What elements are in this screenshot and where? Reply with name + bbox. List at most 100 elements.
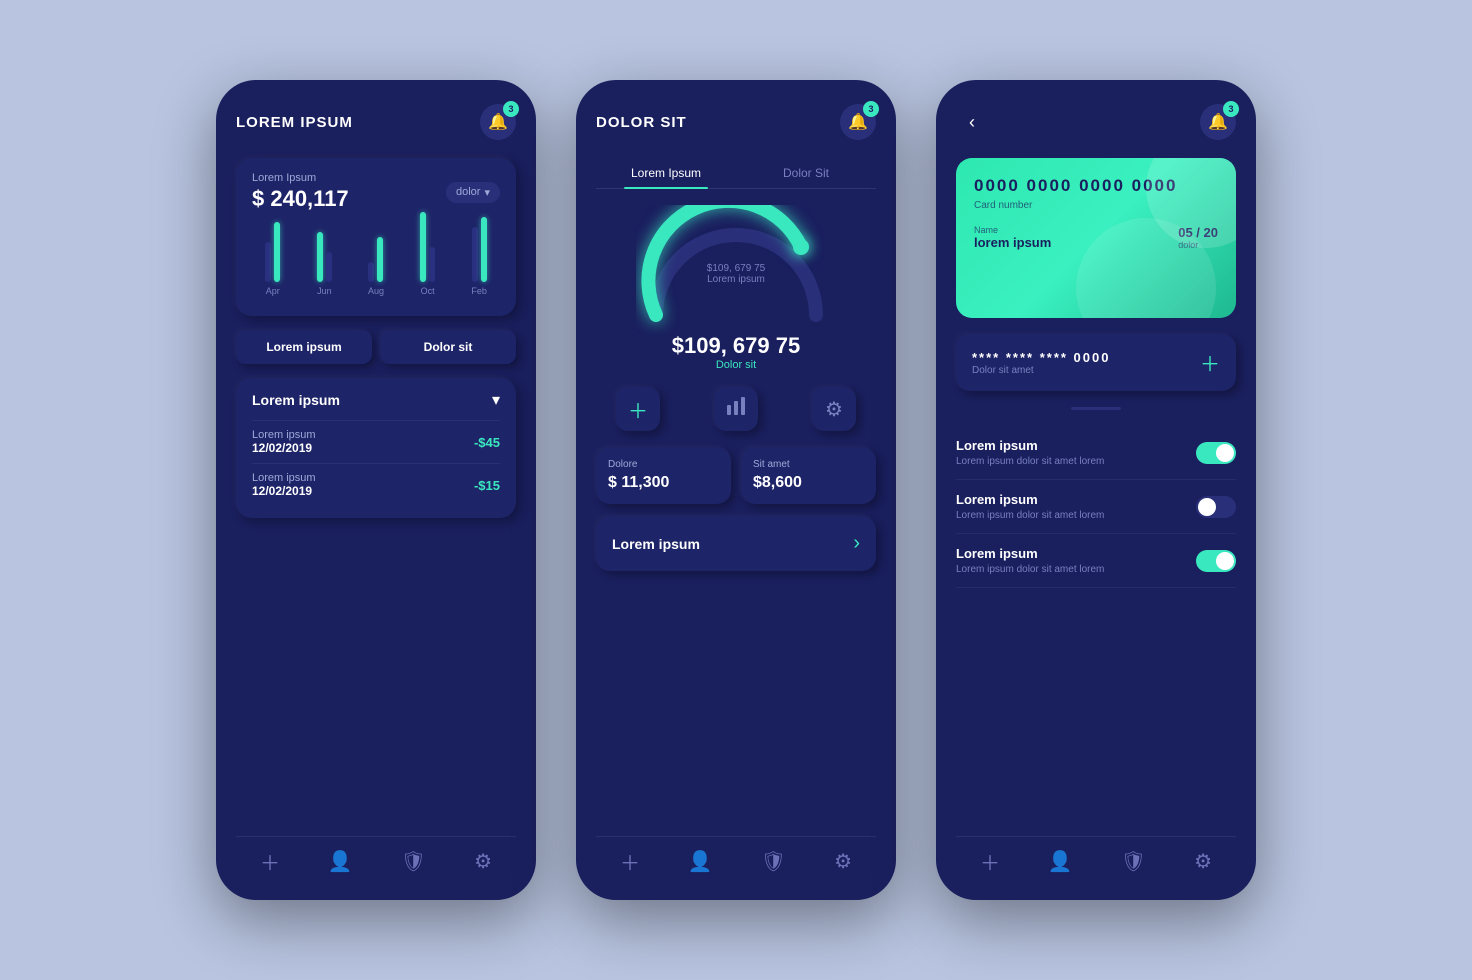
phone2-title: DOLOR SIT	[596, 114, 687, 131]
chart-label-jun: Jun	[317, 286, 332, 296]
shield-nav-icon[interactable]: 🛡	[761, 849, 786, 874]
add-card-row: **** **** **** 0000 Dolor sit amet ＋	[956, 334, 1236, 391]
phone3-bell-button[interactable]: 🔔 3	[1200, 104, 1236, 140]
chart-gauge-button[interactable]	[714, 387, 758, 431]
phone1-header: LOREM IPSUM 🔔 3	[236, 104, 516, 140]
shield-nav-icon[interactable]: 🛡	[401, 849, 426, 874]
tab-lorem-ipsum[interactable]: Lorem ipsum	[236, 330, 372, 364]
stat2-label: Sit amet	[753, 459, 864, 470]
toggle-2[interactable]	[1196, 496, 1236, 518]
phone2-bottom-nav: ＋ 👤 🛡 ⚙	[596, 836, 876, 876]
stat-card-sit-amet: Sit amet $8,600	[741, 447, 876, 504]
chart-area: Apr Jun Aug Oc	[252, 212, 500, 302]
stat-card-dolore: Dolore $ 11,300	[596, 447, 731, 504]
chart-label-feb: Feb	[471, 286, 487, 296]
phone2-tab-nav: Lorem Ipsum Dolor Sit	[596, 158, 876, 189]
chevron-down-icon: ▾	[492, 390, 500, 410]
chart-label-aug: Aug	[368, 286, 384, 296]
tab-nav-dolor-sit[interactable]: Dolor Sit	[736, 158, 876, 188]
setting-desc-3: Lorem ipsum dolor sit amet lorem	[956, 564, 1104, 575]
gauge-actions: ＋ ⚙	[596, 387, 876, 431]
add-card-icon[interactable]: ＋	[1200, 348, 1220, 377]
tab-dolor-sit[interactable]: Dolor sit	[380, 330, 516, 364]
stat1-value: $ 11,300	[608, 474, 719, 492]
bar	[265, 242, 271, 282]
phone3-badge: 3	[1223, 101, 1239, 117]
chart-label-apr: Apr	[266, 286, 280, 296]
bar-group-jun	[317, 232, 332, 282]
setting-row-1: Lorem ipsum Lorem ipsum dolor sit amet l…	[956, 438, 1236, 467]
bar	[326, 252, 332, 282]
chart-col-apr: Apr	[252, 222, 294, 296]
cta-card[interactable]: Lorem ipsum ›	[596, 516, 876, 571]
card-name-field: Name lorem ipsum	[974, 225, 1051, 250]
setting-text-2: Lorem ipsum Lorem ipsum dolor sit amet l…	[956, 492, 1104, 521]
plus-nav-icon[interactable]: ＋	[620, 847, 640, 876]
user-nav-icon[interactable]: 👤	[688, 849, 713, 874]
bar	[377, 237, 383, 282]
phone2-bell-button[interactable]: 🔔 3	[840, 104, 876, 140]
bar-group-aug	[368, 237, 383, 282]
tx-info-2: Lorem ipsum 12/02/2019	[252, 472, 316, 498]
phone1-bottom-nav: ＋ 👤 🛡 ⚙	[236, 836, 516, 876]
bar	[429, 247, 435, 282]
balance-amount: $ 240,117	[252, 186, 349, 212]
setting-title-1: Lorem ipsum	[956, 438, 1104, 453]
toggle-knob-3	[1216, 552, 1234, 570]
plus-nav-icon[interactable]: ＋	[980, 847, 1000, 876]
card-number-display: 0000 0000 0000 0000	[974, 176, 1218, 196]
add-gauge-button[interactable]: ＋	[616, 387, 660, 431]
gauge-container: $109, 679 75 Lorem ipsum $109, 679 75 Do…	[596, 205, 876, 371]
setting-item-2: Lorem ipsum Lorem ipsum dolor sit amet l…	[956, 480, 1236, 534]
masked-number: **** **** **** 0000	[972, 350, 1110, 365]
masked-sublabel: Dolor sit amet	[972, 365, 1110, 376]
bar-group-apr	[265, 222, 280, 282]
shield-nav-icon[interactable]: 🛡	[1121, 849, 1146, 874]
phone3-bottom-nav: ＋ 👤 🛡 ⚙	[956, 836, 1236, 876]
setting-text-3: Lorem ipsum Lorem ipsum dolor sit amet l…	[956, 546, 1104, 575]
tx-label-1: Lorem ipsum	[252, 429, 316, 441]
settings-gauge-button[interactable]: ⚙	[812, 387, 856, 431]
gauge-center-text: $109, 679 75 Lorem ipsum	[707, 263, 765, 285]
gear-nav-icon[interactable]: ⚙	[834, 849, 852, 874]
bar-group-feb	[472, 217, 487, 282]
gauge-bottom-text: $109, 679 75 Dolor sit	[672, 333, 800, 371]
phone1-title: LOREM IPSUM	[236, 114, 353, 131]
tx-date-2: 12/02/2019	[252, 484, 316, 498]
chevron-down-icon: ▾	[484, 186, 490, 199]
back-button[interactable]: ‹	[956, 106, 988, 138]
tx-amount-2: -$15	[474, 478, 500, 493]
plus-nav-icon[interactable]: ＋	[260, 847, 280, 876]
bar	[420, 212, 426, 282]
chart-col-oct: Oct	[407, 212, 449, 296]
accordion-header[interactable]: Lorem ipsum ▾	[252, 390, 500, 410]
phone-1: LOREM IPSUM 🔔 3 Lorem Ipsum $ 240,117 do…	[216, 80, 536, 900]
phone-2: DOLOR SIT 🔔 3 Lorem Ipsum Dolor Sit $	[576, 80, 896, 900]
tx-date-1: 12/02/2019	[252, 441, 316, 455]
toggle-3[interactable]	[1196, 550, 1236, 572]
tab-nav-lorem-ipsum[interactable]: Lorem Ipsum	[596, 158, 736, 188]
gear-nav-icon[interactable]: ⚙	[1194, 849, 1212, 874]
toggle-1[interactable]	[1196, 442, 1236, 464]
setting-desc-2: Lorem ipsum dolor sit amet lorem	[956, 510, 1104, 521]
cta-text: Lorem ipsum	[612, 536, 700, 552]
gauge-svg-wrap: $109, 679 75 Lorem ipsum	[636, 205, 836, 325]
setting-item-3: Lorem ipsum Lorem ipsum dolor sit amet l…	[956, 534, 1236, 588]
dropdown-pill[interactable]: dolor ▾	[446, 182, 500, 203]
bar	[472, 227, 478, 282]
bar-group-oct	[420, 212, 435, 282]
gear-icon: ⚙	[825, 397, 843, 422]
setting-title-2: Lorem ipsum	[956, 492, 1104, 507]
balance-info: Lorem Ipsum $ 240,117	[252, 172, 349, 212]
tx-amount-1: -$45	[474, 435, 500, 450]
credit-card: 0000 0000 0000 0000 Card number Name lor…	[956, 158, 1236, 318]
card-bottom: Name lorem ipsum 05 / 20 dolor	[974, 225, 1218, 250]
gear-nav-icon[interactable]: ⚙	[474, 849, 492, 874]
phone1-bell-button[interactable]: 🔔 3	[480, 104, 516, 140]
add-card-info: **** **** **** 0000 Dolor sit amet	[972, 350, 1110, 376]
balance-label: Lorem Ipsum	[252, 172, 349, 184]
phone3-header: ‹ 🔔 3	[956, 104, 1236, 140]
user-nav-icon[interactable]: 👤	[328, 849, 353, 874]
user-nav-icon[interactable]: 👤	[1048, 849, 1073, 874]
accordion-title: Lorem ipsum	[252, 392, 340, 408]
